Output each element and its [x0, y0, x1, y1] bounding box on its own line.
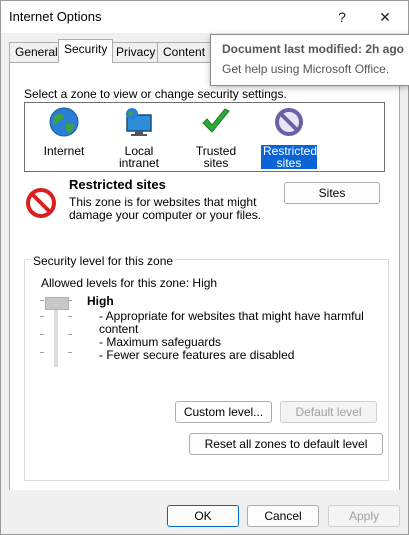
- selected-zone-desc-line1: This zone is for websites that might: [69, 195, 257, 209]
- restricted-zone-icon: [26, 188, 56, 218]
- internet-options-dialog: Internet Options ? ✕ General Security Pr…: [0, 0, 409, 535]
- zone-list: Internet Local intranet Trusted sites Re…: [24, 102, 385, 172]
- window-title: Internet Options: [9, 9, 102, 24]
- level-bullet-1: - Appropriate for websites that might ha…: [99, 309, 364, 323]
- zone-internet-label: Internet: [43, 144, 85, 158]
- restricted-icon: [275, 108, 303, 136]
- zone-restricted-sites-label: Restricted sites: [261, 144, 318, 170]
- zone-local-intranet-label: Local intranet: [118, 144, 160, 170]
- tab-security[interactable]: Security: [58, 39, 114, 63]
- cancel-button[interactable]: Cancel: [247, 505, 319, 527]
- selected-zone-title: Restricted sites: [69, 177, 166, 192]
- security-level-name: High: [87, 294, 114, 308]
- zone-trusted-sites[interactable]: Trusted sites: [183, 106, 249, 170]
- security-level-caption: Security level for this zone: [31, 254, 176, 268]
- level-bullet-3: - Fewer secure features are disabled: [99, 348, 295, 362]
- slider-tick: [40, 300, 44, 301]
- zone-instruction: Select a zone to view or change security…: [24, 87, 287, 101]
- tooltip-subtitle: Get help using Microsoft Office.: [222, 62, 390, 76]
- tab-content[interactable]: Content: [157, 42, 212, 62]
- computer-globe-icon: [126, 108, 152, 136]
- slider-tick: [40, 334, 44, 335]
- tooltip-title: Document last modified: 2h ago: [222, 42, 405, 56]
- tab-privacy[interactable]: Privacy: [110, 42, 162, 62]
- sites-button[interactable]: Sites: [284, 182, 380, 204]
- slider-tick: [68, 352, 72, 353]
- zone-restricted-sites[interactable]: Restricted sites: [261, 106, 318, 170]
- close-button[interactable]: ✕: [370, 5, 400, 29]
- slider-tick: [68, 334, 72, 335]
- checkmark-icon: [202, 108, 230, 133]
- dialog-footer: OK Cancel Apply: [1, 490, 408, 534]
- title-bar: Internet Options ? ✕: [1, 1, 408, 33]
- security-panel: Select a zone to view or change security…: [9, 62, 400, 492]
- ok-button[interactable]: OK: [167, 505, 239, 527]
- default-level-button[interactable]: Default level: [280, 401, 377, 423]
- apply-button[interactable]: Apply: [328, 505, 400, 527]
- security-level-slider-thumb[interactable]: [45, 297, 69, 310]
- selected-zone-desc-line2: damage your computer or your files.: [69, 208, 262, 222]
- custom-level-button[interactable]: Custom level...: [175, 401, 272, 423]
- reset-all-zones-button[interactable]: Reset all zones to default level: [189, 433, 383, 455]
- level-bullet-2: - Maximum safeguards: [99, 335, 222, 349]
- slider-tick: [68, 300, 72, 301]
- globe-icon: [49, 107, 79, 137]
- help-button[interactable]: ?: [327, 5, 357, 29]
- slider-tick: [40, 316, 44, 317]
- level-bullet-1-cont: content: [99, 322, 139, 336]
- zone-local-intranet[interactable]: Local intranet: [105, 106, 173, 170]
- allowed-levels-text: Allowed levels for this zone: High: [41, 276, 218, 290]
- slider-tick: [68, 316, 72, 317]
- zone-internet[interactable]: Internet: [35, 106, 93, 168]
- document-tooltip: Document last modified: 2h ago Get help …: [210, 34, 409, 86]
- tab-general[interactable]: General: [9, 42, 64, 62]
- slider-tick: [40, 352, 44, 353]
- zone-trusted-sites-label: Trusted sites: [195, 144, 237, 170]
